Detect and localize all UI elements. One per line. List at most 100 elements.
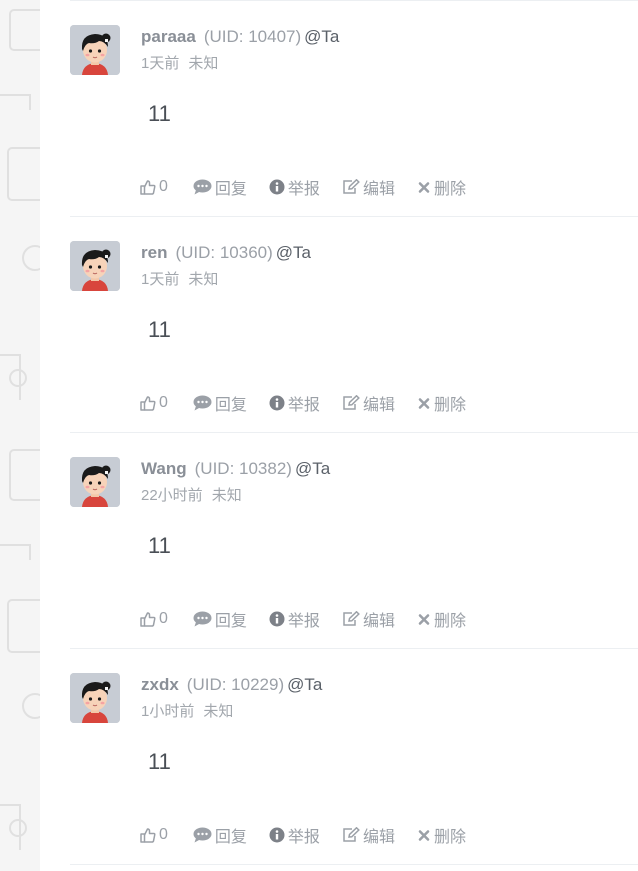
user-uid: (UID: 10360) [175,243,273,262]
close-icon [418,398,430,409]
delete-button[interactable]: 删除 [417,607,466,631]
report-button[interactable]: 举报 [269,175,320,199]
location: 未知 [188,55,219,72]
comment-body: 11 [148,317,171,342]
comment-actions: 0 回复 举报 编辑 删除 [140,392,488,414]
info-circle-icon [269,179,285,195]
like-count: 0 [159,394,168,411]
report-label: 举报 [287,397,320,414]
avatar[interactable] [70,673,120,723]
comment-header: ren (UID: 10360) @Ta [141,242,311,264]
user-uid: (UID: 10229) [186,675,285,694]
username[interactable]: Wang [141,459,187,478]
timestamp: 1小时前 [141,703,195,720]
report-label: 举报 [287,613,320,630]
location: 未知 [211,487,242,504]
thumbs-up-icon [140,396,156,411]
like-button[interactable]: 0 [140,610,168,628]
comment-meta: 22小时前 未知 [141,486,242,506]
comment-body: 11 [148,749,171,774]
comment-meta: 1天前 未知 [141,54,218,74]
edit-icon [343,179,360,194]
comment-item: ren (UID: 10360) @Ta 1天前 未知 11 0 回复 举报 编… [70,216,638,432]
avatar[interactable] [70,457,120,507]
comment-bubble-icon [193,827,212,843]
close-icon [418,830,430,841]
mention-link[interactable]: @Ta [276,243,311,262]
report-label: 举报 [287,181,320,198]
timestamp: 1天前 [141,271,180,288]
delete-label: 删除 [433,181,466,198]
comment-list: paraaa (UID: 10407) @Ta 1天前 未知 11 0 回复 举… [70,0,638,871]
reply-button[interactable]: 回复 [193,175,247,199]
avatar[interactable] [70,25,120,75]
timestamp: 22小时前 [141,487,203,504]
close-icon [418,614,430,625]
info-circle-icon [269,395,285,411]
comment-meta: 1天前 未知 [141,270,218,290]
username[interactable]: paraaa [141,27,196,46]
like-count: 0 [159,610,168,627]
comment-meta: 1小时前 未知 [141,702,233,722]
comment-divider [70,864,638,865]
mention-link[interactable]: @Ta [295,459,330,478]
comment-actions: 0 回复 举报 编辑 删除 [140,824,488,846]
thumbs-up-icon [140,828,156,843]
mention-link[interactable]: @Ta [287,675,322,694]
report-button[interactable]: 举报 [269,391,320,415]
reply-button[interactable]: 回复 [193,391,247,415]
like-button[interactable]: 0 [140,394,168,412]
like-button[interactable]: 0 [140,826,168,844]
comment-bubble-icon [193,395,212,411]
avatar[interactable] [70,241,120,291]
comment-item: zxdx (UID: 10229) @Ta 1小时前 未知 11 0 回复 举报… [70,648,638,864]
comment-actions: 0 回复 举报 编辑 删除 [140,176,488,198]
like-count: 0 [159,178,168,195]
comment-item: paraaa (UID: 10407) @Ta 1天前 未知 11 0 回复 举… [70,0,638,216]
thumbs-up-icon [140,612,156,627]
delete-button[interactable]: 删除 [417,823,466,847]
reply-label: 回复 [214,613,247,630]
edit-label: 编辑 [362,829,395,846]
reply-button[interactable]: 回复 [193,607,247,631]
edit-button[interactable]: 编辑 [342,175,395,199]
like-count: 0 [159,826,168,843]
edit-label: 编辑 [362,181,395,198]
delete-button[interactable]: 删除 [417,391,466,415]
reply-label: 回复 [214,829,247,846]
comment-bubble-icon [193,179,212,195]
user-uid: (UID: 10407) [203,27,302,46]
timestamp: 1天前 [141,55,180,72]
info-circle-icon [269,611,285,627]
thumbs-up-icon [140,180,156,195]
location: 未知 [188,271,219,288]
comment-body: 11 [148,101,171,126]
location: 未知 [203,703,234,720]
edit-button[interactable]: 编辑 [342,823,395,847]
edit-label: 编辑 [362,397,395,414]
username[interactable]: zxdx [141,675,179,694]
reply-label: 回复 [214,397,247,414]
close-icon [418,182,430,193]
delete-label: 删除 [433,613,466,630]
comment-header: zxdx (UID: 10229) @Ta [141,674,322,696]
like-button[interactable]: 0 [140,178,168,196]
edit-button[interactable]: 编辑 [342,607,395,631]
edit-icon [343,827,360,842]
edit-label: 编辑 [362,613,395,630]
background-decoration [0,0,40,871]
username[interactable]: ren [141,243,167,262]
user-uid: (UID: 10382) [194,459,292,478]
edit-button[interactable]: 编辑 [342,391,395,415]
comment-header: paraaa (UID: 10407) @Ta [141,26,339,48]
report-button[interactable]: 举报 [269,607,320,631]
delete-label: 删除 [433,397,466,414]
reply-button[interactable]: 回复 [193,823,247,847]
comment-bubble-icon [193,611,212,627]
comment-header: Wang (UID: 10382) @Ta [141,458,330,480]
report-button[interactable]: 举报 [269,823,320,847]
delete-label: 删除 [433,829,466,846]
delete-button[interactable]: 删除 [417,175,466,199]
comment-body: 11 [148,533,171,558]
mention-link[interactable]: @Ta [304,27,339,46]
